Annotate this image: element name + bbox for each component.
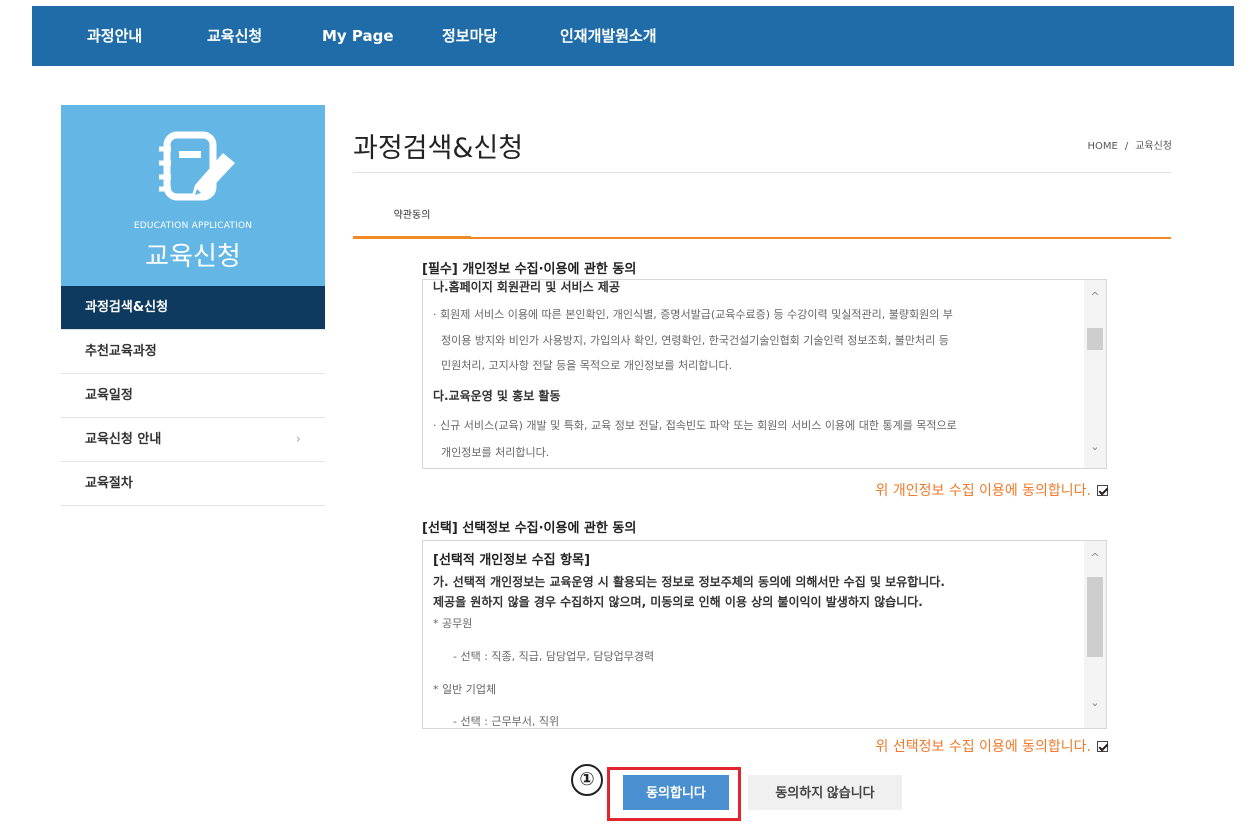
sidebar-item-procedure[interactable]: 교육절차 (61, 462, 325, 506)
nav-item-course-guide[interactable]: 과정안내 (87, 6, 142, 66)
scroll-up-icon[interactable]: ^ (1084, 551, 1106, 564)
sidebar-item-label: 과정검색&신청 (85, 300, 169, 315)
required-terms-box[interactable]: 나.홈페이지 회원관리 및 서비스 제공 · 회원제 서비스 이용에 따른 본인… (422, 279, 1107, 469)
terms-line: · 신규 서비스(교육) 개발 및 특화, 교육 정보 전달, 접속빈도 파악 … (433, 419, 957, 432)
breadcrumb-separator: / (1124, 141, 1129, 152)
sidebar-item-application-guide[interactable]: 교육신청 안내 › (61, 418, 325, 462)
sidebar-menu: 과정검색&신청 추천교육과정 교육일정 교육신청 안내 › 교육절차 (61, 286, 325, 506)
required-agree-checkbox[interactable] (1097, 485, 1108, 496)
required-agree-label: 위 개인정보 수집 이용에 동의합니다. (875, 483, 1091, 499)
nav-item-info[interactable]: 정보마당 (442, 6, 497, 66)
sidebar-item-schedule[interactable]: 교육일정 (61, 374, 325, 418)
tab-active-indicator (353, 236, 471, 239)
sidebar-item-label: 교육일정 (85, 388, 133, 403)
terms-line: 개인정보를 처리합니다. (441, 446, 550, 459)
step-marker: ① (571, 764, 603, 796)
scrollbar-thumb[interactable] (1087, 577, 1103, 657)
terms-line: * 공무원 (433, 617, 473, 630)
page-title: 과정검색&신청 (353, 133, 524, 164)
sidebar-item-recommended[interactable]: 추천교육과정 (61, 330, 325, 374)
sidebar-item-label: 추천교육과정 (85, 344, 157, 359)
sidebar-item-course-search[interactable]: 과정검색&신청 (61, 286, 325, 330)
nav-item-mypage[interactable]: My Page (322, 6, 394, 66)
scrollbar[interactable]: ^ ⌄ (1084, 280, 1106, 468)
hero-title: 교육신청 (145, 242, 241, 272)
notepad-pencil-icon (159, 131, 235, 201)
optional-agree-checkbox[interactable] (1097, 741, 1108, 752)
sidebar-hero: EDUCATION APPLICATION 교육신청 (61, 105, 325, 286)
sidebar-item-label: 교육절차 (85, 476, 133, 491)
tab-terms-agreement[interactable]: 약관동의 (353, 206, 471, 239)
disagree-button[interactable]: 동의하지 않습니다 (748, 775, 902, 810)
breadcrumb-home[interactable]: HOME (1087, 141, 1117, 152)
agree-button[interactable]: 동의합니다 (623, 775, 729, 810)
terms-line: [선택적 개인정보 수집 항목] (433, 553, 591, 568)
top-nav-bar: 과정안내 교육신청 My Page 정보마당 인재개발원소개 (32, 6, 1234, 66)
nav-item-application[interactable]: 교육신청 (207, 6, 262, 66)
terms-line: 정이용 방지와 비인가 사용방지, 가입의사 확인, 연령확인, 한국건설기술인… (441, 334, 949, 347)
required-consent-title: [필수] 개인정보 수집·이용에 관한 동의 (422, 262, 637, 277)
terms-line: 다.교육운영 및 홍보 활동 (433, 389, 561, 403)
breadcrumb-current: 교육신청 (1135, 141, 1172, 152)
optional-consent-title: [선택] 선택정보 수집·이용에 관한 동의 (422, 521, 637, 536)
terms-line: - 선택 : 직종, 직급, 담당업무, 담당업무경력 (453, 650, 655, 663)
optional-terms-box[interactable]: [선택적 개인정보 수집 항목] 가. 선택적 개인정보는 교육운영 시 활용되… (422, 540, 1107, 729)
scrollbar[interactable]: ^ ⌄ (1084, 541, 1106, 728)
terms-line: - 선택 : 근무부서, 직위 (453, 715, 560, 728)
required-agree-row: 위 개인정보 수집 이용에 동의합니다. (876, 480, 1108, 500)
optional-agree-label: 위 선택정보 수집 이용에 동의합니다. (875, 739, 1091, 755)
optional-agree-row: 위 선택정보 수집 이용에 동의합니다. (876, 736, 1108, 756)
terms-line: · 회원제 서비스 이용에 따른 본인확인, 개인식별, 증명서발급(교육수료증… (433, 308, 953, 321)
terms-line: 가. 선택적 개인정보는 교육운영 시 활용되는 정보로 정보주체의 동의에 의… (433, 575, 945, 589)
terms-line: 제공을 원하지 않을 경우 수집하지 않으며, 미동의로 인해 이용 상의 불이… (433, 595, 923, 609)
scroll-down-icon[interactable]: ⌄ (1084, 696, 1106, 709)
chevron-right-icon: › (295, 432, 301, 447)
nav-item-about[interactable]: 인재개발원소개 (560, 6, 657, 66)
terms-line: 나.홈페이지 회원관리 및 서비스 제공 (433, 280, 620, 294)
scroll-down-icon[interactable]: ⌄ (1084, 440, 1106, 453)
breadcrumb: HOME / 교육신청 (1087, 137, 1172, 152)
sidebar-item-label: 교육신청 안내 (85, 432, 162, 447)
terms-line: 민원처리, 고지사항 전달 등을 목적으로 개인정보를 처리합니다. (441, 359, 733, 372)
scroll-up-icon[interactable]: ^ (1084, 290, 1106, 303)
divider (353, 172, 1171, 173)
hero-subtitle: EDUCATION APPLICATION (133, 221, 253, 231)
tab-underline (353, 237, 1171, 239)
terms-line: * 일반 기업체 (433, 683, 497, 696)
scrollbar-thumb[interactable] (1087, 328, 1103, 350)
